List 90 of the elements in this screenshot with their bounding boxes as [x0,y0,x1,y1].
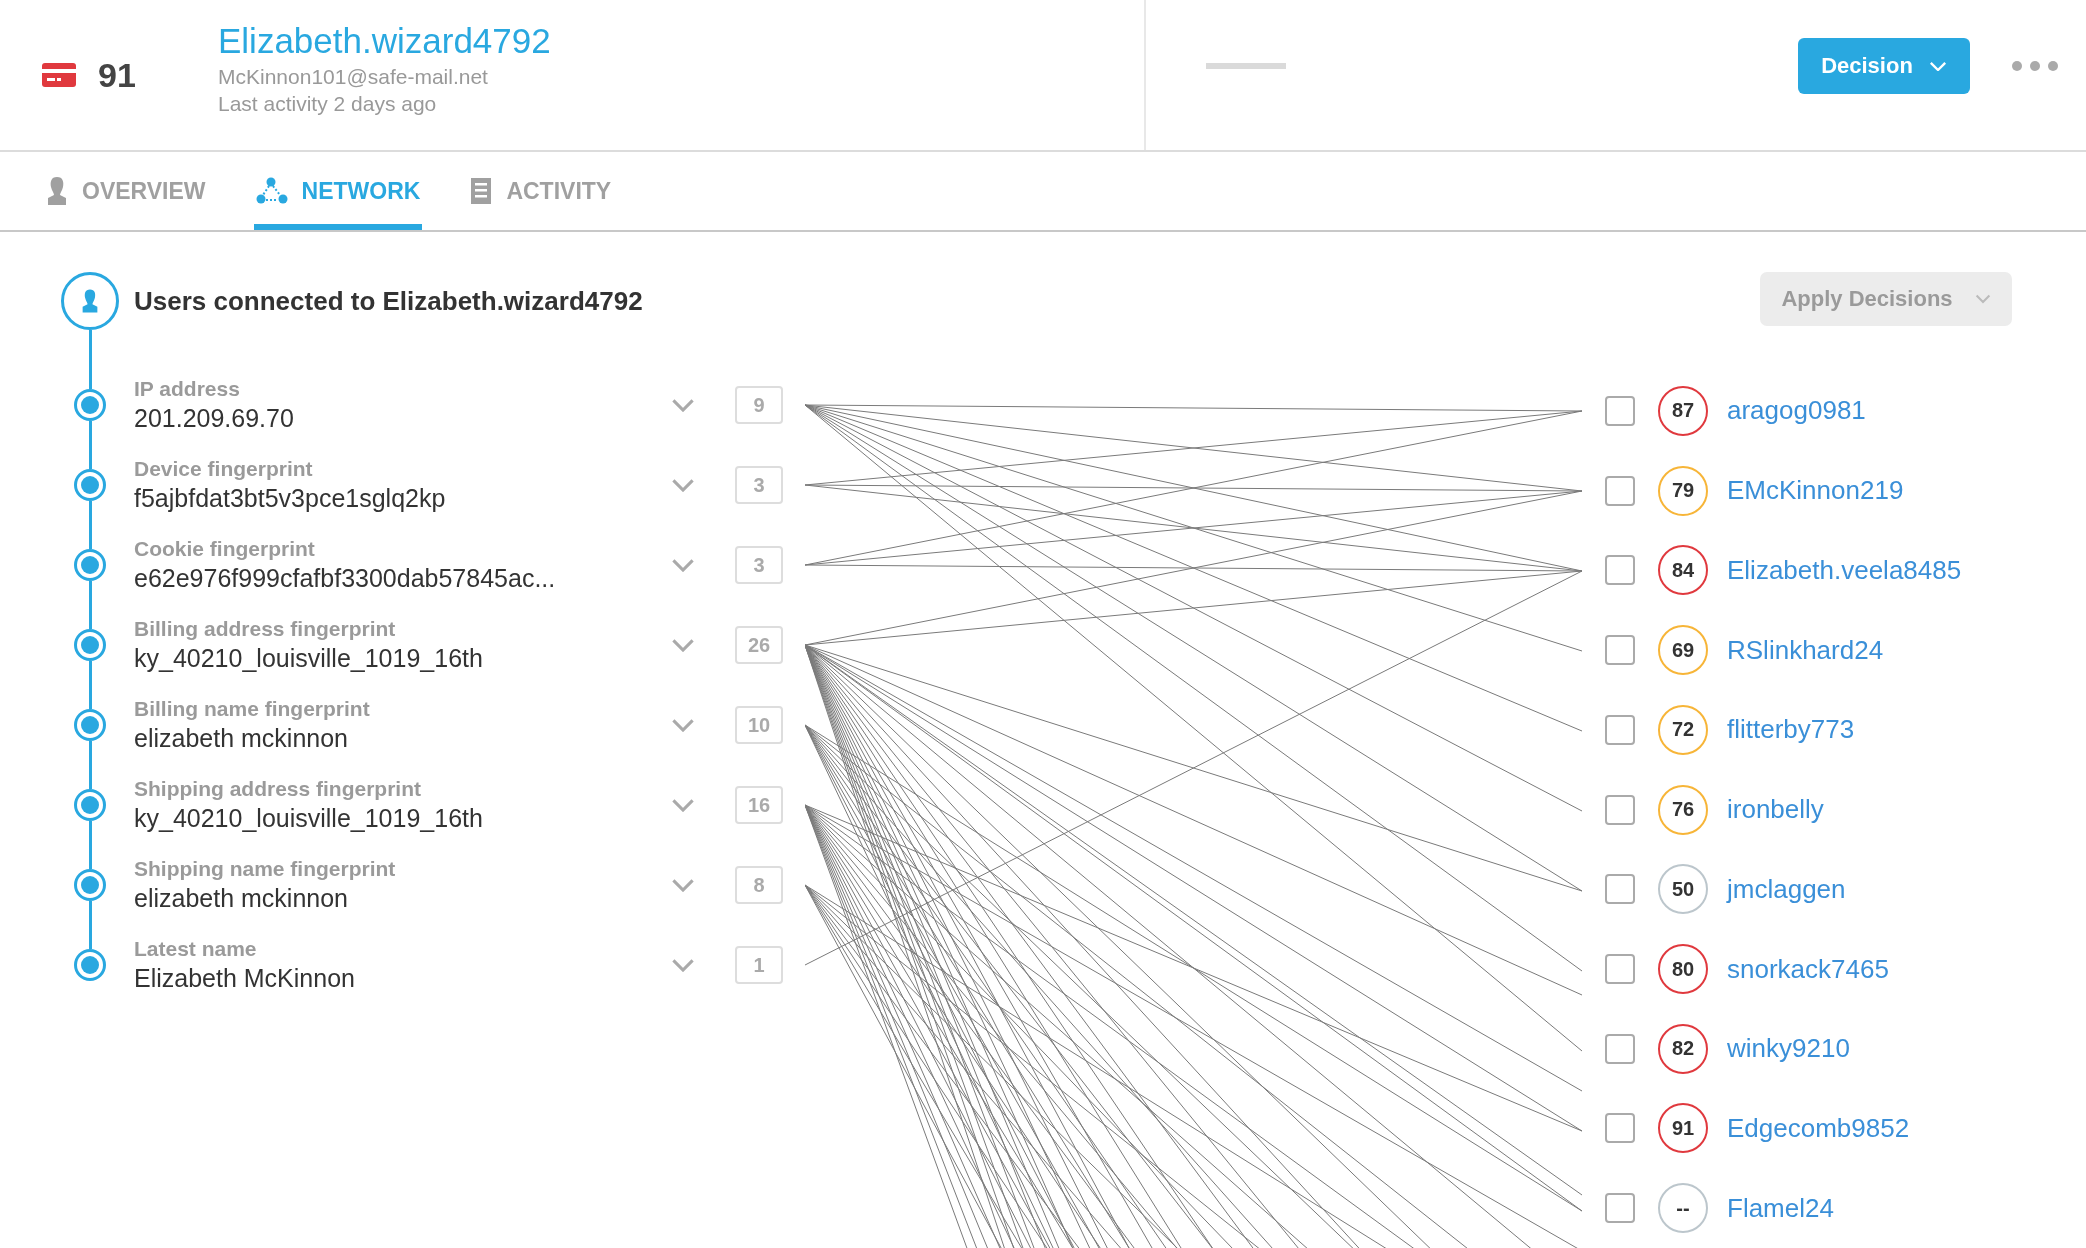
expand-button[interactable] [671,957,695,973]
attribute-value: f5ajbfdat3bt5v3pce1sglq2kp [134,483,447,514]
expand-button[interactable] [671,717,695,733]
user-link[interactable]: aragog0981 [1727,395,1866,427]
expand-button[interactable] [671,797,695,813]
user-link[interactable]: EMcKinnon219 [1727,475,1904,507]
attribute-label: Billing name fingerprint [134,696,371,722]
chevron-down-icon [671,637,695,653]
attribute-label: Billing address fingerprint [134,616,397,642]
connection-count: 3 [735,466,783,504]
user-link[interactable]: winky9210 [1727,1033,1850,1065]
user-link[interactable]: Edgecomb9852 [1727,1112,1910,1144]
expand-button[interactable] [671,397,695,413]
connection-count: 9 [735,386,783,424]
checkbox[interactable] [1605,1193,1635,1224]
attribute-label: Device fingerprint [134,456,314,482]
chevron-down-icon [671,397,695,413]
attribute-label: Shipping address fingerprint [134,776,423,802]
attribute-value: elizabeth mckinnon [134,883,349,914]
chevron-down-icon [671,957,695,973]
attribute-value: Elizabeth McKinnon [134,963,356,994]
chevron-down-icon [671,717,695,733]
chevron-down-icon [671,877,695,893]
user-score: 76 [1658,784,1708,835]
connection-count: 3 [735,546,783,584]
user-link[interactable]: ironbelly [1727,794,1824,826]
expand-button[interactable] [671,637,695,653]
user-link[interactable]: Flamel24 [1727,1192,1834,1224]
attribute-value: 201.209.69.70 [134,403,295,434]
caret-icon [1928,60,1947,72]
card-icon [42,63,76,87]
timeline-node [74,949,106,981]
user-score: 84 [1658,545,1708,596]
decision-button[interactable]: Decision [1798,38,1970,94]
section-title: Users connected to Elizabeth.wizard4792 [134,286,643,317]
checkbox[interactable] [1605,1033,1635,1064]
checkbox[interactable] [1605,794,1635,825]
user-score: 91 [1658,1103,1708,1154]
attribute-label: Cookie fingerprint [134,536,316,562]
attribute-value: ky_40210_louisville_1019_16th [134,643,484,674]
expand-button[interactable] [671,557,695,573]
checkbox[interactable] [1605,395,1635,426]
user-link[interactable]: flitterby773 [1727,714,1855,746]
expand-button[interactable] [671,877,695,893]
tab[interactable]: OVERVIEW [44,152,208,230]
risk-score: 91 [98,55,137,95]
user-link[interactable]: RSlinkhard24 [1727,634,1884,666]
user-link[interactable]: Elizabeth.veela8485 [1727,554,1962,586]
document-icon [470,177,493,205]
connection-count: 1 [735,946,783,984]
user-score: 50 [1658,864,1708,915]
connection-count: 26 [735,626,783,664]
tab[interactable]: ACTIVITY [468,152,614,230]
checkbox[interactable] [1605,635,1635,666]
checkbox[interactable] [1605,714,1635,745]
chevron-down-icon [671,477,695,493]
network-icon [255,177,288,205]
checkbox[interactable] [1605,954,1635,984]
username: Elizabeth.wizard4792 [218,20,551,62]
caret-icon [1974,294,1991,304]
checkbox[interactable] [1605,555,1635,586]
attribute-label: Latest name [134,936,258,962]
expand-button[interactable] [671,477,695,493]
chevron-down-icon [671,557,695,573]
user-score: 69 [1658,625,1708,676]
attribute-value: e62e976f999cfafbf3300dab57845ac... [134,563,557,594]
user-node-icon [61,272,119,330]
connection-count: 10 [735,706,783,744]
attribute-value: elizabeth mckinnon [134,723,349,754]
user-link[interactable]: snorkack7465 [1727,953,1889,985]
attribute-label: IP address [134,376,241,402]
user-score: 72 [1658,704,1708,755]
person-icon [46,176,68,206]
user-score: 82 [1658,1023,1708,1074]
chevron-down-icon [671,797,695,813]
checkbox[interactable] [1605,1113,1635,1144]
last-activity: Last activity 2 days ago [218,91,438,117]
user-score: 79 [1658,465,1708,516]
attribute-label: Shipping name fingerprint [134,856,397,882]
tab[interactable]: NETWORK [253,152,423,230]
user-email: McKinnon101@safe-mail.net [218,64,489,90]
checkbox[interactable] [1605,874,1635,905]
connection-count: 8 [735,866,783,904]
user-link[interactable]: jmclaggen [1727,873,1846,905]
connection-count: 16 [735,786,783,824]
user-score: 80 [1658,944,1708,994]
checkbox[interactable] [1605,475,1635,506]
user-score: -- [1658,1183,1708,1234]
user-score: 87 [1658,385,1708,436]
attribute-value: ky_40210_louisville_1019_16th [134,803,484,834]
